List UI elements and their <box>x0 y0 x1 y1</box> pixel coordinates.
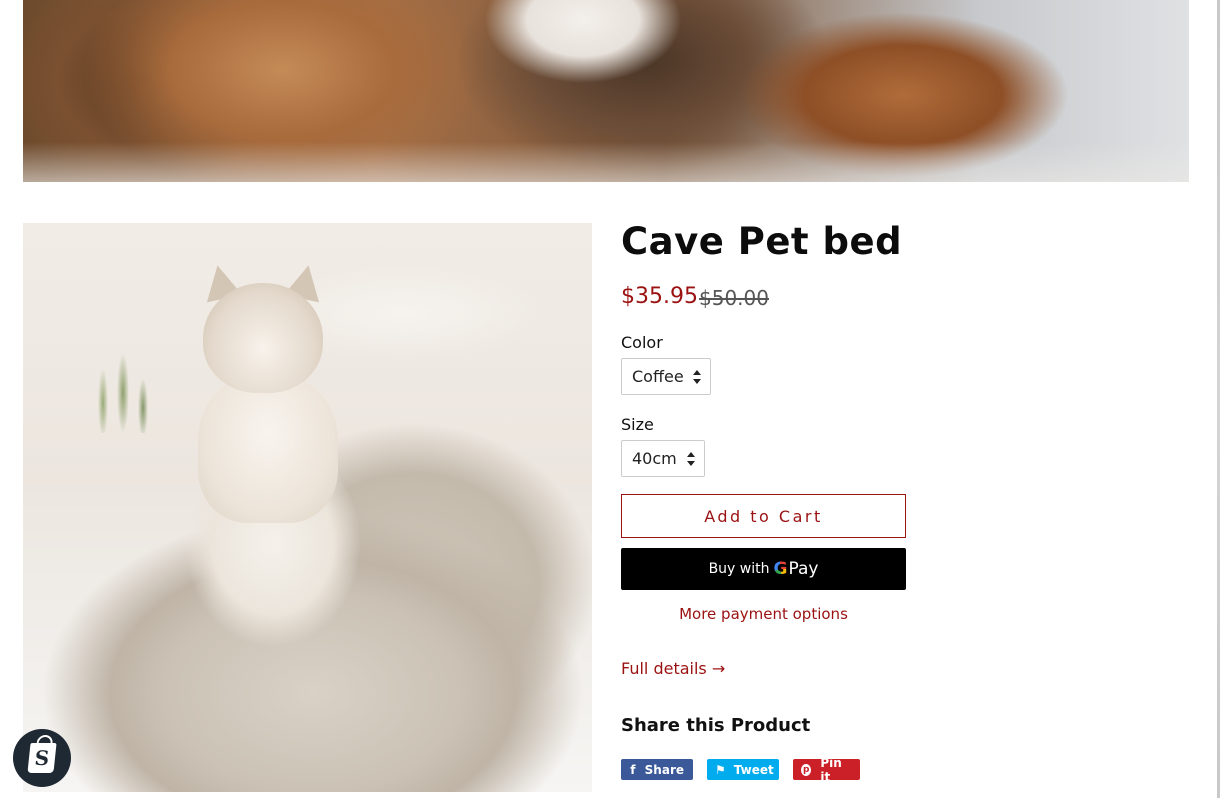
select-arrows-icon <box>687 451 695 466</box>
add-to-cart-button[interactable]: Add to Cart <box>621 494 906 538</box>
twitter-tweet-button[interactable]: ⚑ Tweet <box>707 759 779 780</box>
color-select[interactable]: Coffee <box>621 358 711 395</box>
twitter-tweet-label: Tweet <box>733 762 774 777</box>
full-details-link[interactable]: Full details → <box>621 659 725 678</box>
facebook-share-button[interactable]: f Share <box>621 759 693 780</box>
compare-price: $50.00 <box>699 286 769 310</box>
facebook-share-label: Share <box>644 762 684 777</box>
hero-banner-image <box>23 0 1189 182</box>
google-pay-button[interactable]: Buy with G Pay <box>621 548 906 590</box>
product-image[interactable] <box>23 223 592 792</box>
google-g-icon: G <box>773 559 788 579</box>
size-label: Size <box>621 415 654 434</box>
pinterest-pin-label: Pin it <box>820 755 842 784</box>
select-arrows-icon <box>693 369 701 384</box>
plant-decoration <box>63 333 153 433</box>
pinterest-pin-button[interactable]: p Pin it <box>793 756 860 784</box>
product-title: Cave Pet bed <box>621 220 903 263</box>
cat-head <box>203 283 323 393</box>
more-payment-options-link[interactable]: More payment options <box>621 605 906 623</box>
cat-body <box>198 373 338 523</box>
size-select-value: 40cm <box>632 449 677 468</box>
twitter-icon: ⚑ <box>715 762 726 777</box>
buy-with-label: Buy with <box>708 561 770 577</box>
share-title: Share this Product <box>621 715 811 736</box>
size-select[interactable]: 40cm <box>621 440 705 477</box>
shopify-badge[interactable]: S <box>13 729 71 787</box>
facebook-icon: f <box>630 762 636 777</box>
shopify-bag-icon: S <box>27 743 57 773</box>
pinterest-icon: p <box>801 763 812 776</box>
sale-price: $35.95 <box>621 284 698 309</box>
color-label: Color <box>621 333 663 352</box>
color-select-value: Coffee <box>632 367 684 386</box>
pay-label: Pay <box>788 559 819 579</box>
